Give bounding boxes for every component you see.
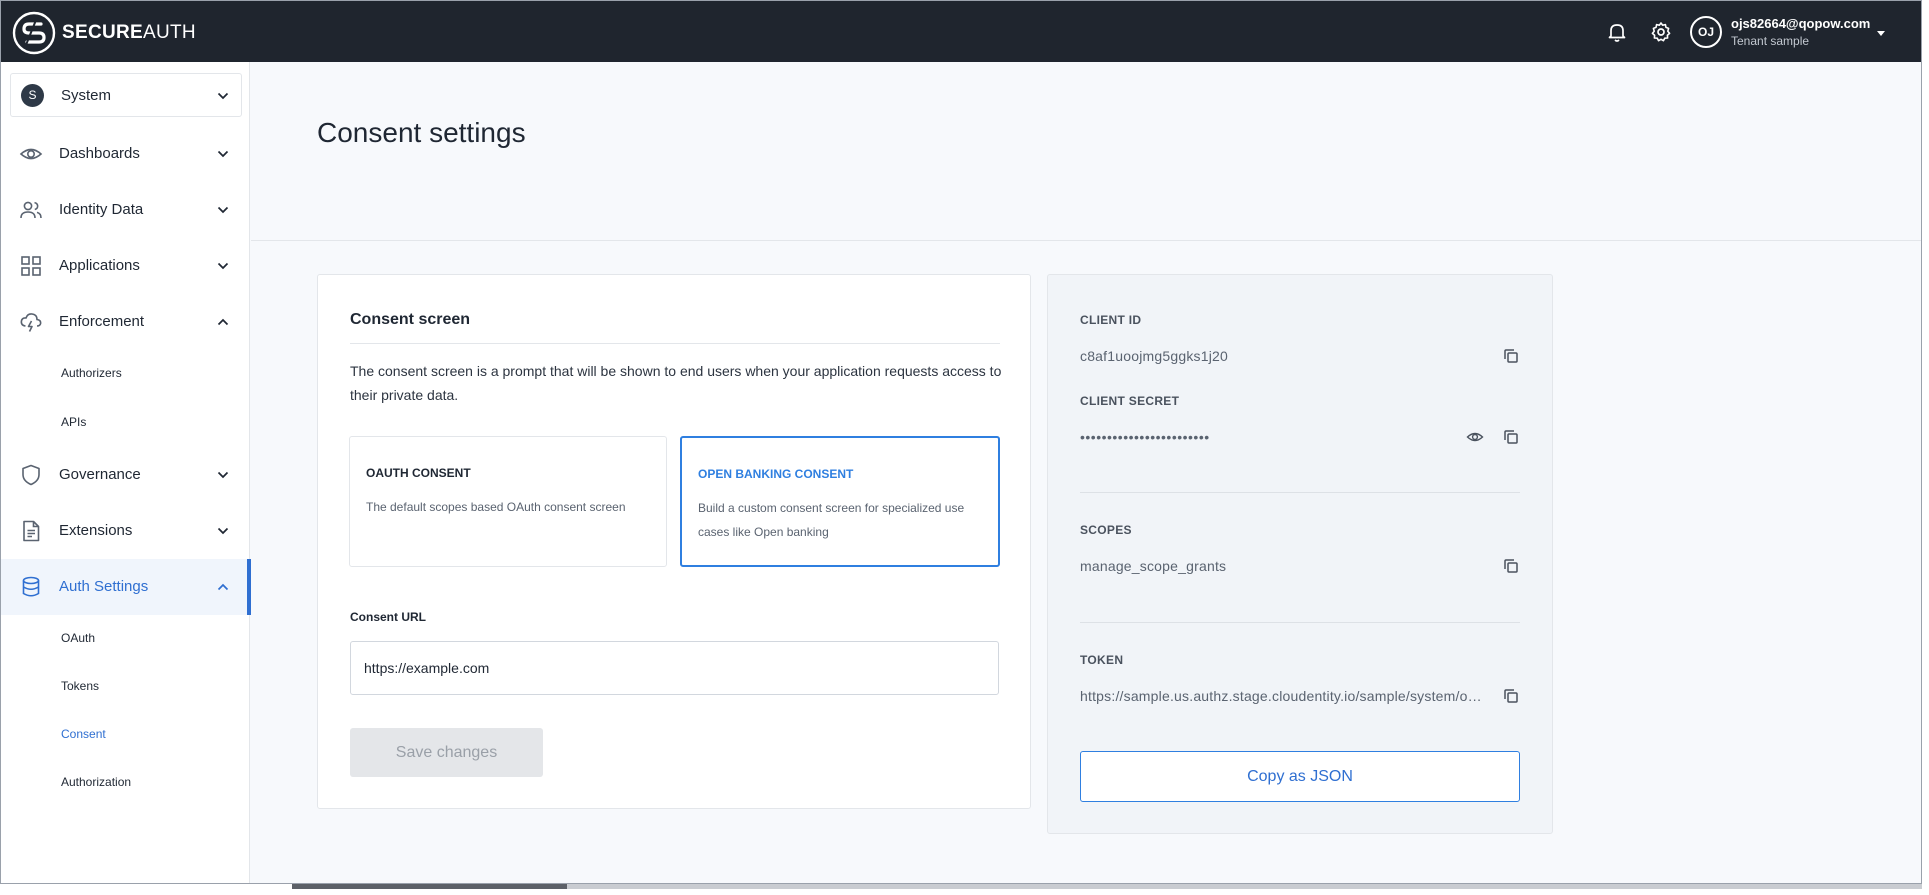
chevron-down-icon bbox=[217, 206, 229, 214]
cloud-lightning-icon bbox=[20, 313, 42, 332]
copy-icon[interactable] bbox=[1502, 557, 1520, 575]
option-description: The default scopes based OAuth consent s… bbox=[366, 500, 626, 514]
copy-icon[interactable] bbox=[1502, 347, 1520, 365]
oauth-consent-option[interactable]: OAUTH CONSENT The default scopes based O… bbox=[349, 436, 667, 567]
client-secret-value: •••••••••••••••••••••••• bbox=[1080, 429, 1210, 445]
sidebar-item-label: Extensions bbox=[59, 522, 133, 539]
sidebar-item-auth-settings[interactable]: Auth Settings bbox=[1, 559, 251, 615]
sidebar-subitem-oauth[interactable]: OAuth bbox=[61, 631, 95, 645]
sidebar-subitem-tokens[interactable]: Tokens bbox=[61, 679, 99, 693]
panel-divider bbox=[1080, 622, 1520, 623]
copy-icon[interactable] bbox=[1502, 428, 1520, 446]
consent-screen-card: Consent screen The consent screen is a p… bbox=[317, 274, 1031, 809]
client-secret-label: CLIENT SECRET bbox=[1080, 394, 1180, 408]
document-icon bbox=[23, 520, 40, 542]
option-description: Build a custom consent screen for specia… bbox=[698, 501, 965, 539]
token-value: https://sample.us.authz.stage.cloudentit… bbox=[1080, 688, 1484, 704]
sidebar-item-label: Governance bbox=[59, 466, 141, 483]
chevron-up-icon bbox=[217, 318, 229, 326]
sidebar-subitem-apis[interactable]: APIs bbox=[61, 415, 86, 429]
sidebar-item-enforcement[interactable]: Enforcement bbox=[1, 294, 250, 350]
users-icon bbox=[20, 201, 42, 219]
gear-icon[interactable] bbox=[1649, 20, 1673, 44]
sidebar-subitem-authorization[interactable]: Authorization bbox=[61, 775, 131, 789]
save-changes-button[interactable]: Save changes bbox=[350, 728, 543, 777]
secureauth-logo-icon bbox=[12, 11, 56, 55]
chevron-down-icon bbox=[217, 527, 229, 535]
sidebar-item-dashboards[interactable]: Dashboards bbox=[1, 126, 250, 182]
chevron-down-icon bbox=[217, 92, 229, 100]
shield-icon bbox=[22, 464, 40, 486]
chevron-down-icon bbox=[217, 471, 229, 479]
eye-icon bbox=[19, 148, 43, 160]
sidebar-item-label: Applications bbox=[59, 257, 140, 274]
workspace-badge: S bbox=[21, 83, 44, 107]
sidebar-item-label: Auth Settings bbox=[59, 578, 149, 595]
chevron-down-icon bbox=[217, 150, 229, 158]
scopes-value: manage_scope_grants bbox=[1080, 558, 1227, 574]
database-icon bbox=[22, 576, 40, 597]
sidebar-subitem-consent[interactable]: Consent bbox=[61, 727, 106, 741]
sidebar-item-extensions[interactable]: Extensions bbox=[1, 503, 250, 559]
sidebar-item-label: Identity Data bbox=[59, 201, 144, 218]
sidebar-item-label: Enforcement bbox=[59, 313, 145, 330]
card-title: Consent screen bbox=[350, 311, 471, 328]
consent-url-input[interactable] bbox=[350, 641, 999, 695]
copy-icon[interactable] bbox=[1502, 687, 1520, 705]
client-credentials-panel: CLIENT ID c8af1uoojmg5ggks1j20 CLIENT SE… bbox=[1047, 274, 1553, 834]
copy-as-json-button[interactable]: Copy as JSON bbox=[1080, 751, 1520, 802]
option-title: OAUTH CONSENT bbox=[366, 466, 471, 480]
user-email[interactable]: ojs82664@qopow.com bbox=[1731, 16, 1870, 31]
scopes-label: SCOPES bbox=[1080, 523, 1132, 537]
workspace-selector[interactable]: S System bbox=[10, 73, 242, 117]
client-id-label: CLIENT ID bbox=[1080, 313, 1142, 327]
sidebar: S System Dashboards Identity Data Applic… bbox=[1, 62, 251, 883]
consent-url-label: Consent URL bbox=[350, 610, 426, 624]
open-banking-consent-option[interactable]: OPEN BANKING CONSENT Build a custom cons… bbox=[680, 436, 1000, 567]
card-description: The consent screen is a prompt that will… bbox=[350, 363, 1002, 403]
chevron-up-icon bbox=[217, 583, 229, 591]
secureauth-logo[interactable]: SECUREAUTH bbox=[12, 11, 196, 55]
eye-icon[interactable] bbox=[1466, 428, 1484, 446]
tenant-name: Tenant sample bbox=[1731, 34, 1810, 48]
grid-icon bbox=[21, 256, 41, 276]
panel-divider bbox=[1080, 492, 1520, 493]
token-label: TOKEN bbox=[1080, 653, 1124, 667]
app-window: SECUREAUTH OJ ojs82664@qopow.com Tenant … bbox=[0, 0, 1922, 884]
window-shadow bbox=[292, 884, 1922, 889]
client-id-value: c8af1uoojmg5ggks1j20 bbox=[1080, 348, 1228, 364]
workspace-label: System bbox=[61, 86, 112, 104]
sidebar-item-applications[interactable]: Applications bbox=[1, 238, 250, 294]
page-title: Consent settings bbox=[317, 117, 526, 148]
sidebar-item-identity-data[interactable]: Identity Data bbox=[1, 182, 250, 238]
chevron-down-icon bbox=[217, 262, 229, 270]
sidebar-subitem-authorizers[interactable]: Authorizers bbox=[61, 366, 122, 380]
sidebar-item-label: Dashboards bbox=[59, 145, 140, 162]
sidebar-item-governance[interactable]: Governance bbox=[1, 447, 250, 503]
user-avatar[interactable]: OJ bbox=[1690, 16, 1722, 48]
bell-icon[interactable] bbox=[1605, 20, 1629, 44]
top-bar: SECUREAUTH OJ ojs82664@qopow.com Tenant … bbox=[1, 1, 1921, 62]
option-title: OPEN BANKING CONSENT bbox=[698, 467, 854, 481]
card-divider bbox=[350, 343, 1000, 344]
brand-name: SECUREAUTH bbox=[62, 22, 196, 43]
user-menu-caret-icon[interactable] bbox=[1875, 28, 1887, 38]
page-header: Consent settings bbox=[251, 62, 1921, 241]
